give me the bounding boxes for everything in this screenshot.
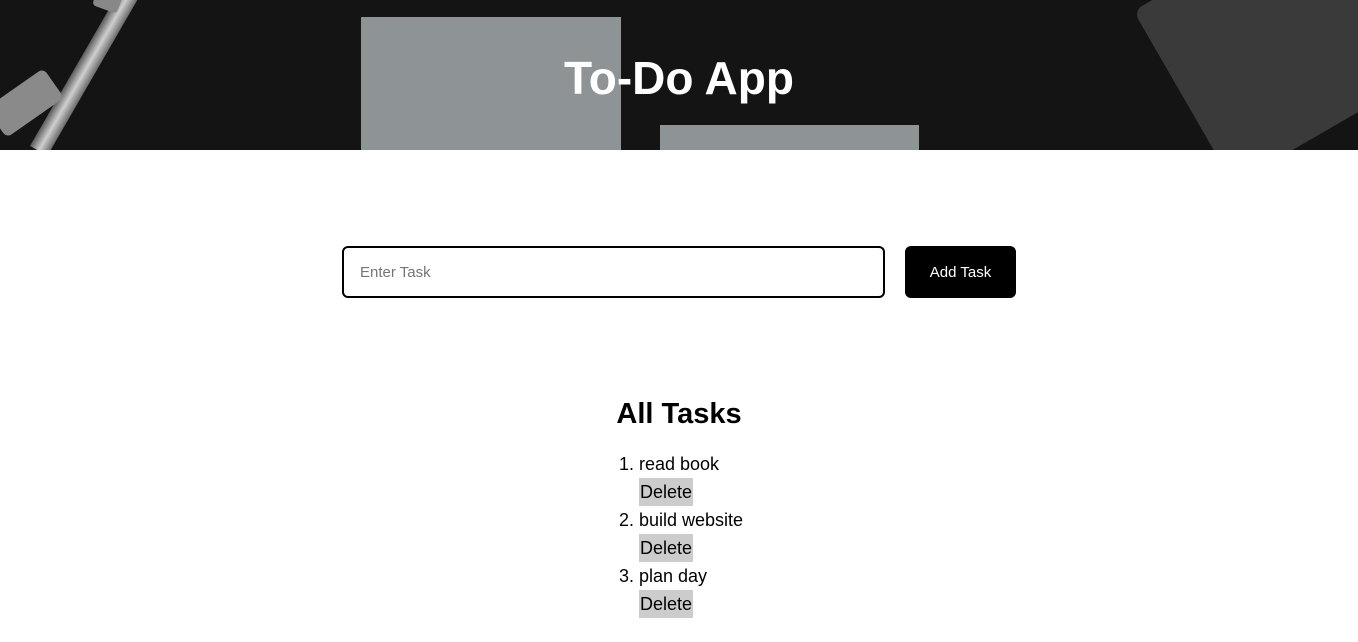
tasks-section: All Tasks read book Delete build website…	[0, 392, 1358, 618]
add-task-button[interactable]: Add Task	[905, 246, 1016, 298]
task-form: Add Task	[342, 246, 1016, 298]
task-input[interactable]	[342, 246, 885, 298]
list-item: plan day Delete	[638, 562, 743, 618]
task-text: plan day	[638, 566, 708, 586]
delete-button[interactable]: Delete	[638, 534, 693, 562]
delete-button[interactable]: Delete	[638, 478, 693, 506]
list-item: build website Delete	[638, 506, 744, 562]
list-item: read book Delete	[638, 450, 743, 506]
tasks-heading: All Tasks	[616, 398, 742, 430]
delete-button[interactable]: Delete	[638, 590, 693, 618]
task-text: read book	[638, 454, 720, 474]
hero-banner: To-Do App	[0, 0, 1358, 150]
hero-paper-decoration	[660, 125, 919, 150]
task-text: build website	[638, 510, 744, 530]
task-list: read book Delete build website Delete pl…	[615, 450, 743, 618]
page-title: To-Do App	[564, 52, 794, 104]
